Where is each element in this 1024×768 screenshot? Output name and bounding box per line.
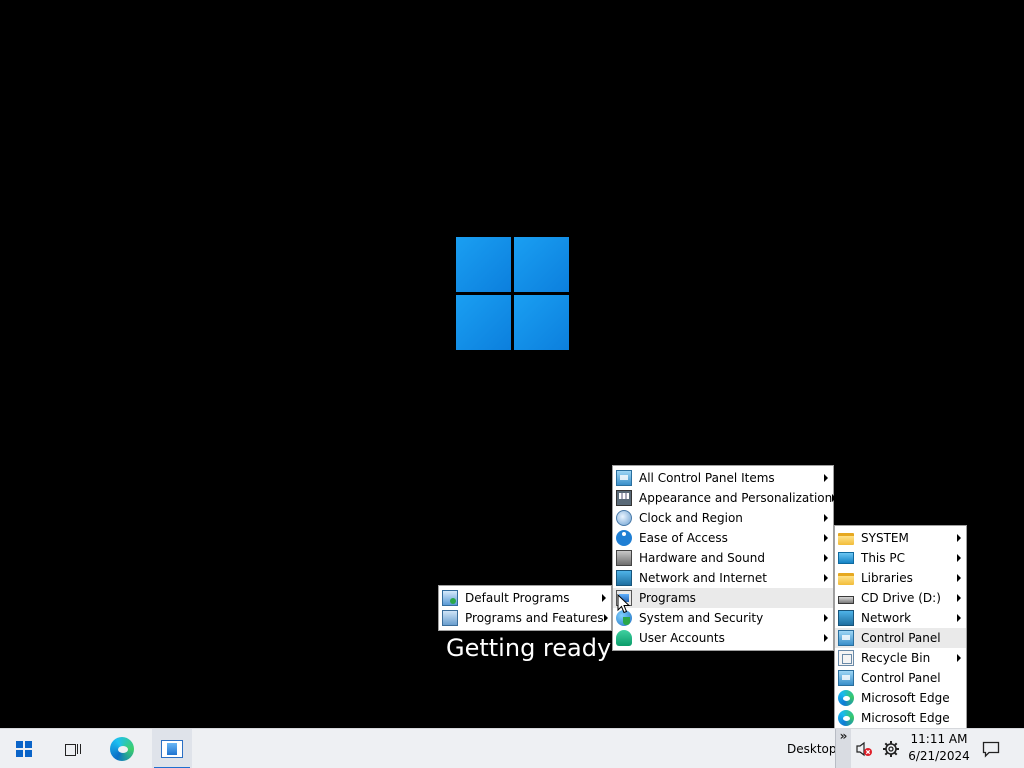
submenu-arrow-icon xyxy=(824,634,828,642)
submenu-arrow-icon xyxy=(603,614,608,622)
submenu-arrow-icon xyxy=(824,474,828,482)
submenu-arrow-icon xyxy=(957,574,961,582)
menu-item-system-and-security[interactable]: System and Security xyxy=(613,608,833,628)
desktop-toolbar-menu: SYSTEM This PC Libraries CD Drive (D:) N… xyxy=(834,525,967,731)
taskbar-edge-button[interactable] xyxy=(102,729,142,768)
menu-item-programs[interactable]: Programs xyxy=(613,588,833,608)
computer-icon xyxy=(838,552,854,564)
user-icon xyxy=(616,630,632,646)
control-panel-icon xyxy=(838,630,854,646)
submenu-arrow-icon xyxy=(824,574,828,582)
menu-item-network[interactable]: Network xyxy=(835,608,966,628)
control-panel-icon xyxy=(616,470,632,486)
submenu-arrow-icon xyxy=(957,614,961,622)
task-view-icon xyxy=(63,741,81,757)
taskbar-clock[interactable]: 11:11 AM 6/21/2024 xyxy=(908,731,970,767)
app-window-icon xyxy=(161,740,183,758)
submenu-arrow-icon xyxy=(832,494,837,502)
clock-date: 6/21/2024 xyxy=(908,749,970,763)
volume-muted-icon[interactable] xyxy=(855,740,873,758)
menu-item-recycle-bin[interactable]: Recycle Bin xyxy=(835,648,966,668)
toolbar-chevron-button[interactable]: » xyxy=(835,729,851,768)
menu-item-cd-drive[interactable]: CD Drive (D:) xyxy=(835,588,966,608)
clock-time: 11:11 AM xyxy=(910,732,968,746)
submenu-arrow-icon xyxy=(957,654,961,662)
cd-drive-icon xyxy=(838,596,854,604)
task-view-button[interactable] xyxy=(52,729,92,768)
submenu-arrow-icon xyxy=(824,614,828,622)
taskbar: Desktop » 11:11 AM 6/21/2024 xyxy=(0,728,1024,768)
menu-item-hardware-and-sound[interactable]: Hardware and Sound xyxy=(613,548,833,568)
start-button[interactable] xyxy=(4,729,44,768)
submenu-arrow-icon xyxy=(957,554,961,562)
menu-item-network-and-internet[interactable]: Network and Internet xyxy=(613,568,833,588)
menu-item-all-control-panel-items[interactable]: All Control Panel Items xyxy=(613,468,833,488)
menu-item-microsoft-edge[interactable]: Microsoft Edge xyxy=(835,688,966,708)
submenu-arrow-icon xyxy=(602,594,606,602)
getting-ready-text: Getting ready xyxy=(446,634,612,662)
settings-gear-icon[interactable] xyxy=(882,740,900,758)
menu-item-appearance-and-personalization[interactable]: Appearance and Personalization xyxy=(613,488,837,508)
ease-of-access-icon xyxy=(616,530,632,546)
submenu-arrow-icon xyxy=(957,534,961,542)
submenu-arrow-icon xyxy=(824,554,828,562)
edge-icon xyxy=(838,710,854,726)
network-icon xyxy=(838,610,854,626)
taskbar-active-app-button[interactable] xyxy=(152,729,192,768)
menu-item-system[interactable]: SYSTEM xyxy=(835,528,966,548)
windows-start-icon xyxy=(16,741,32,757)
folder-icon xyxy=(838,573,854,585)
notifications-icon[interactable] xyxy=(982,740,1000,758)
desktop-toolbar-label[interactable]: Desktop xyxy=(787,729,837,768)
edge-icon xyxy=(110,737,134,761)
hardware-icon xyxy=(616,550,632,566)
edge-icon xyxy=(838,690,854,706)
recycle-bin-icon xyxy=(838,650,854,666)
programs-features-icon xyxy=(442,610,458,626)
programs-submenu: Default Programs Programs and Features xyxy=(438,585,612,631)
control-panel-icon xyxy=(838,670,854,686)
appearance-icon xyxy=(616,490,632,506)
menu-item-libraries[interactable]: Libraries xyxy=(835,568,966,588)
menu-item-user-accounts[interactable]: User Accounts xyxy=(613,628,833,648)
clock-icon xyxy=(616,510,632,526)
submenu-arrow-icon xyxy=(824,534,828,542)
windows-logo xyxy=(456,237,569,350)
menu-item-clock-and-region[interactable]: Clock and Region xyxy=(613,508,833,528)
network-icon xyxy=(616,570,632,586)
default-programs-icon xyxy=(442,590,458,606)
menu-item-programs-and-features[interactable]: Programs and Features xyxy=(439,608,611,628)
control-panel-submenu: All Control Panel Items Appearance and P… xyxy=(612,465,837,651)
menu-item-microsoft-edge-2[interactable]: Microsoft Edge xyxy=(835,708,966,728)
menu-item-default-programs[interactable]: Default Programs xyxy=(439,588,611,608)
submenu-arrow-icon xyxy=(824,514,828,522)
menu-item-this-pc[interactable]: This PC xyxy=(835,548,966,568)
folder-icon xyxy=(838,533,854,545)
submenu-arrow-icon xyxy=(957,594,961,602)
menu-item-ease-of-access[interactable]: Ease of Access xyxy=(613,528,833,548)
menu-item-control-panel[interactable]: Control Panel xyxy=(835,628,966,648)
menu-item-control-panel-shortcut[interactable]: Control Panel xyxy=(835,668,966,688)
